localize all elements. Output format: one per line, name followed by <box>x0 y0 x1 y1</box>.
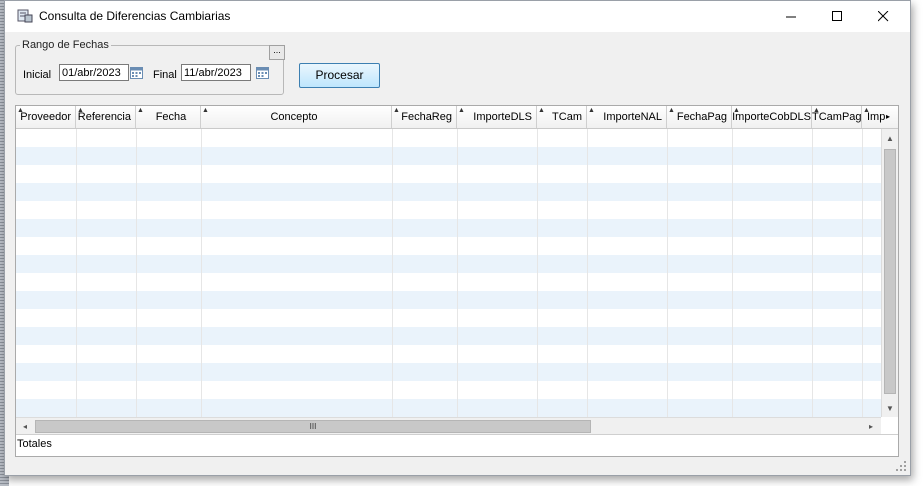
data-grid: ▲ Proveedor ▲ Referencia ▲ Fecha ▲ Concepto … <box>15 105 899 457</box>
window-title: Consulta de Diferencias Cambiarias <box>39 9 231 23</box>
sort-icon: ▲ <box>668 107 675 114</box>
sort-icon: ▲ <box>137 107 144 114</box>
column-header-proveedor[interactable]: ▲ Proveedor <box>16 106 76 128</box>
sort-icon: ▲ <box>588 107 595 114</box>
column-header-concepto[interactable]: ▲ Concepto <box>201 106 392 128</box>
vertical-scrollbar[interactable]: ▲ ▼ <box>881 129 898 417</box>
sort-icon: ▲ <box>458 107 465 114</box>
column-divider <box>667 129 668 434</box>
table-row[interactable] <box>16 165 881 183</box>
table-row[interactable] <box>16 309 881 327</box>
column-header-importedls[interactable]: ▲ ImporteDLS <box>457 106 537 128</box>
column-divider <box>862 129 863 434</box>
app-icon <box>17 9 33 28</box>
date-range-label: Rango de Fechas <box>20 39 111 51</box>
column-divider <box>587 129 588 434</box>
table-row[interactable] <box>16 291 881 309</box>
table-row[interactable] <box>16 255 881 273</box>
process-button[interactable]: Procesar <box>299 63 380 88</box>
table-row[interactable] <box>16 183 881 201</box>
start-calendar-icon[interactable] <box>130 66 143 79</box>
vertical-scroll-thumb[interactable] <box>884 149 896 394</box>
totals-label: Totales <box>17 438 52 450</box>
column-header-fechareg[interactable]: ▲ FechaReg <box>392 106 457 128</box>
table-row[interactable] <box>16 327 881 345</box>
ellipsis-button[interactable]: ... <box>269 45 285 60</box>
horizontal-scrollbar[interactable]: ◂ III ▸ <box>16 417 881 434</box>
table-row[interactable] <box>16 201 881 219</box>
column-divider <box>457 129 458 434</box>
totals-row: Totales <box>16 434 898 456</box>
column-header-fecha[interactable]: ▲ Fecha <box>136 106 201 128</box>
column-header-referencia[interactable]: ▲ Referencia <box>76 106 136 128</box>
resize-grip-icon[interactable] <box>895 460 907 472</box>
sort-icon: ▲ <box>393 107 400 114</box>
sort-icon: ▲ <box>77 107 84 114</box>
column-header-importecobdls[interactable]: ▲ ImporteCobDLS <box>732 106 812 128</box>
column-header-tcam[interactable]: ▲ TCam <box>537 106 587 128</box>
table-row[interactable] <box>16 147 881 165</box>
column-divider <box>136 129 137 434</box>
sort-icon: ▲ <box>733 107 740 114</box>
scroll-down-icon[interactable]: ▼ <box>883 401 897 415</box>
title-bar: Consulta de Diferencias Cambiarias <box>5 1 910 32</box>
table-row[interactable] <box>16 399 881 417</box>
column-header-fechapag[interactable]: ▲ FechaPag <box>667 106 732 128</box>
minimize-icon <box>785 16 796 18</box>
column-divider <box>537 129 538 434</box>
sort-icon: ▲ <box>17 107 24 114</box>
end-date-field[interactable]: 11/abr/2023 <box>181 64 251 81</box>
column-header-importenal[interactable]: ▲ ImporteNAL <box>587 106 667 128</box>
maximize-icon <box>831 11 842 21</box>
horizontal-scroll-thumb[interactable]: III <box>35 420 591 433</box>
table-row[interactable] <box>16 237 881 255</box>
table-row[interactable] <box>16 273 881 291</box>
scroll-right-header-icon[interactable]: ▸ <box>886 113 890 121</box>
column-header-tcampag[interactable]: ▲ TCamPag <box>812 106 862 128</box>
grid-rows <box>16 129 881 417</box>
column-divider <box>201 129 202 434</box>
sort-icon: ▲ <box>538 107 545 114</box>
table-row[interactable] <box>16 363 881 381</box>
table-row[interactable] <box>16 129 881 147</box>
grid-header: ▲ Proveedor ▲ Referencia ▲ Fecha ▲ Concepto … <box>16 106 898 129</box>
scroll-left-icon[interactable]: ◂ <box>18 419 32 433</box>
column-divider <box>392 129 393 434</box>
close-icon <box>877 11 888 22</box>
start-date-field[interactable]: 01/abr/2023 <box>59 64 129 81</box>
table-row[interactable] <box>16 345 881 363</box>
end-date-label: Final <box>153 69 177 81</box>
column-divider <box>812 129 813 434</box>
table-row[interactable] <box>16 219 881 237</box>
scroll-right-icon[interactable]: ▸ <box>864 419 878 433</box>
column-divider <box>76 129 77 434</box>
end-calendar-icon[interactable] <box>256 66 269 79</box>
close-button[interactable] <box>860 1 906 32</box>
table-row[interactable] <box>16 381 881 399</box>
scroll-up-icon[interactable]: ▲ <box>883 131 897 145</box>
sort-icon: ▲ <box>813 107 820 114</box>
maximize-button[interactable] <box>814 1 860 32</box>
column-divider <box>732 129 733 434</box>
sort-icon: ▲ <box>863 107 870 114</box>
sort-icon: ▲ <box>202 107 209 114</box>
start-date-label: Inicial <box>23 69 52 81</box>
column-header-imp[interactable]: ▲ Imp <box>862 106 898 128</box>
main-window: Consulta de Diferencias Cambiarias Rango… <box>4 0 911 476</box>
minimize-button[interactable] <box>768 1 814 32</box>
